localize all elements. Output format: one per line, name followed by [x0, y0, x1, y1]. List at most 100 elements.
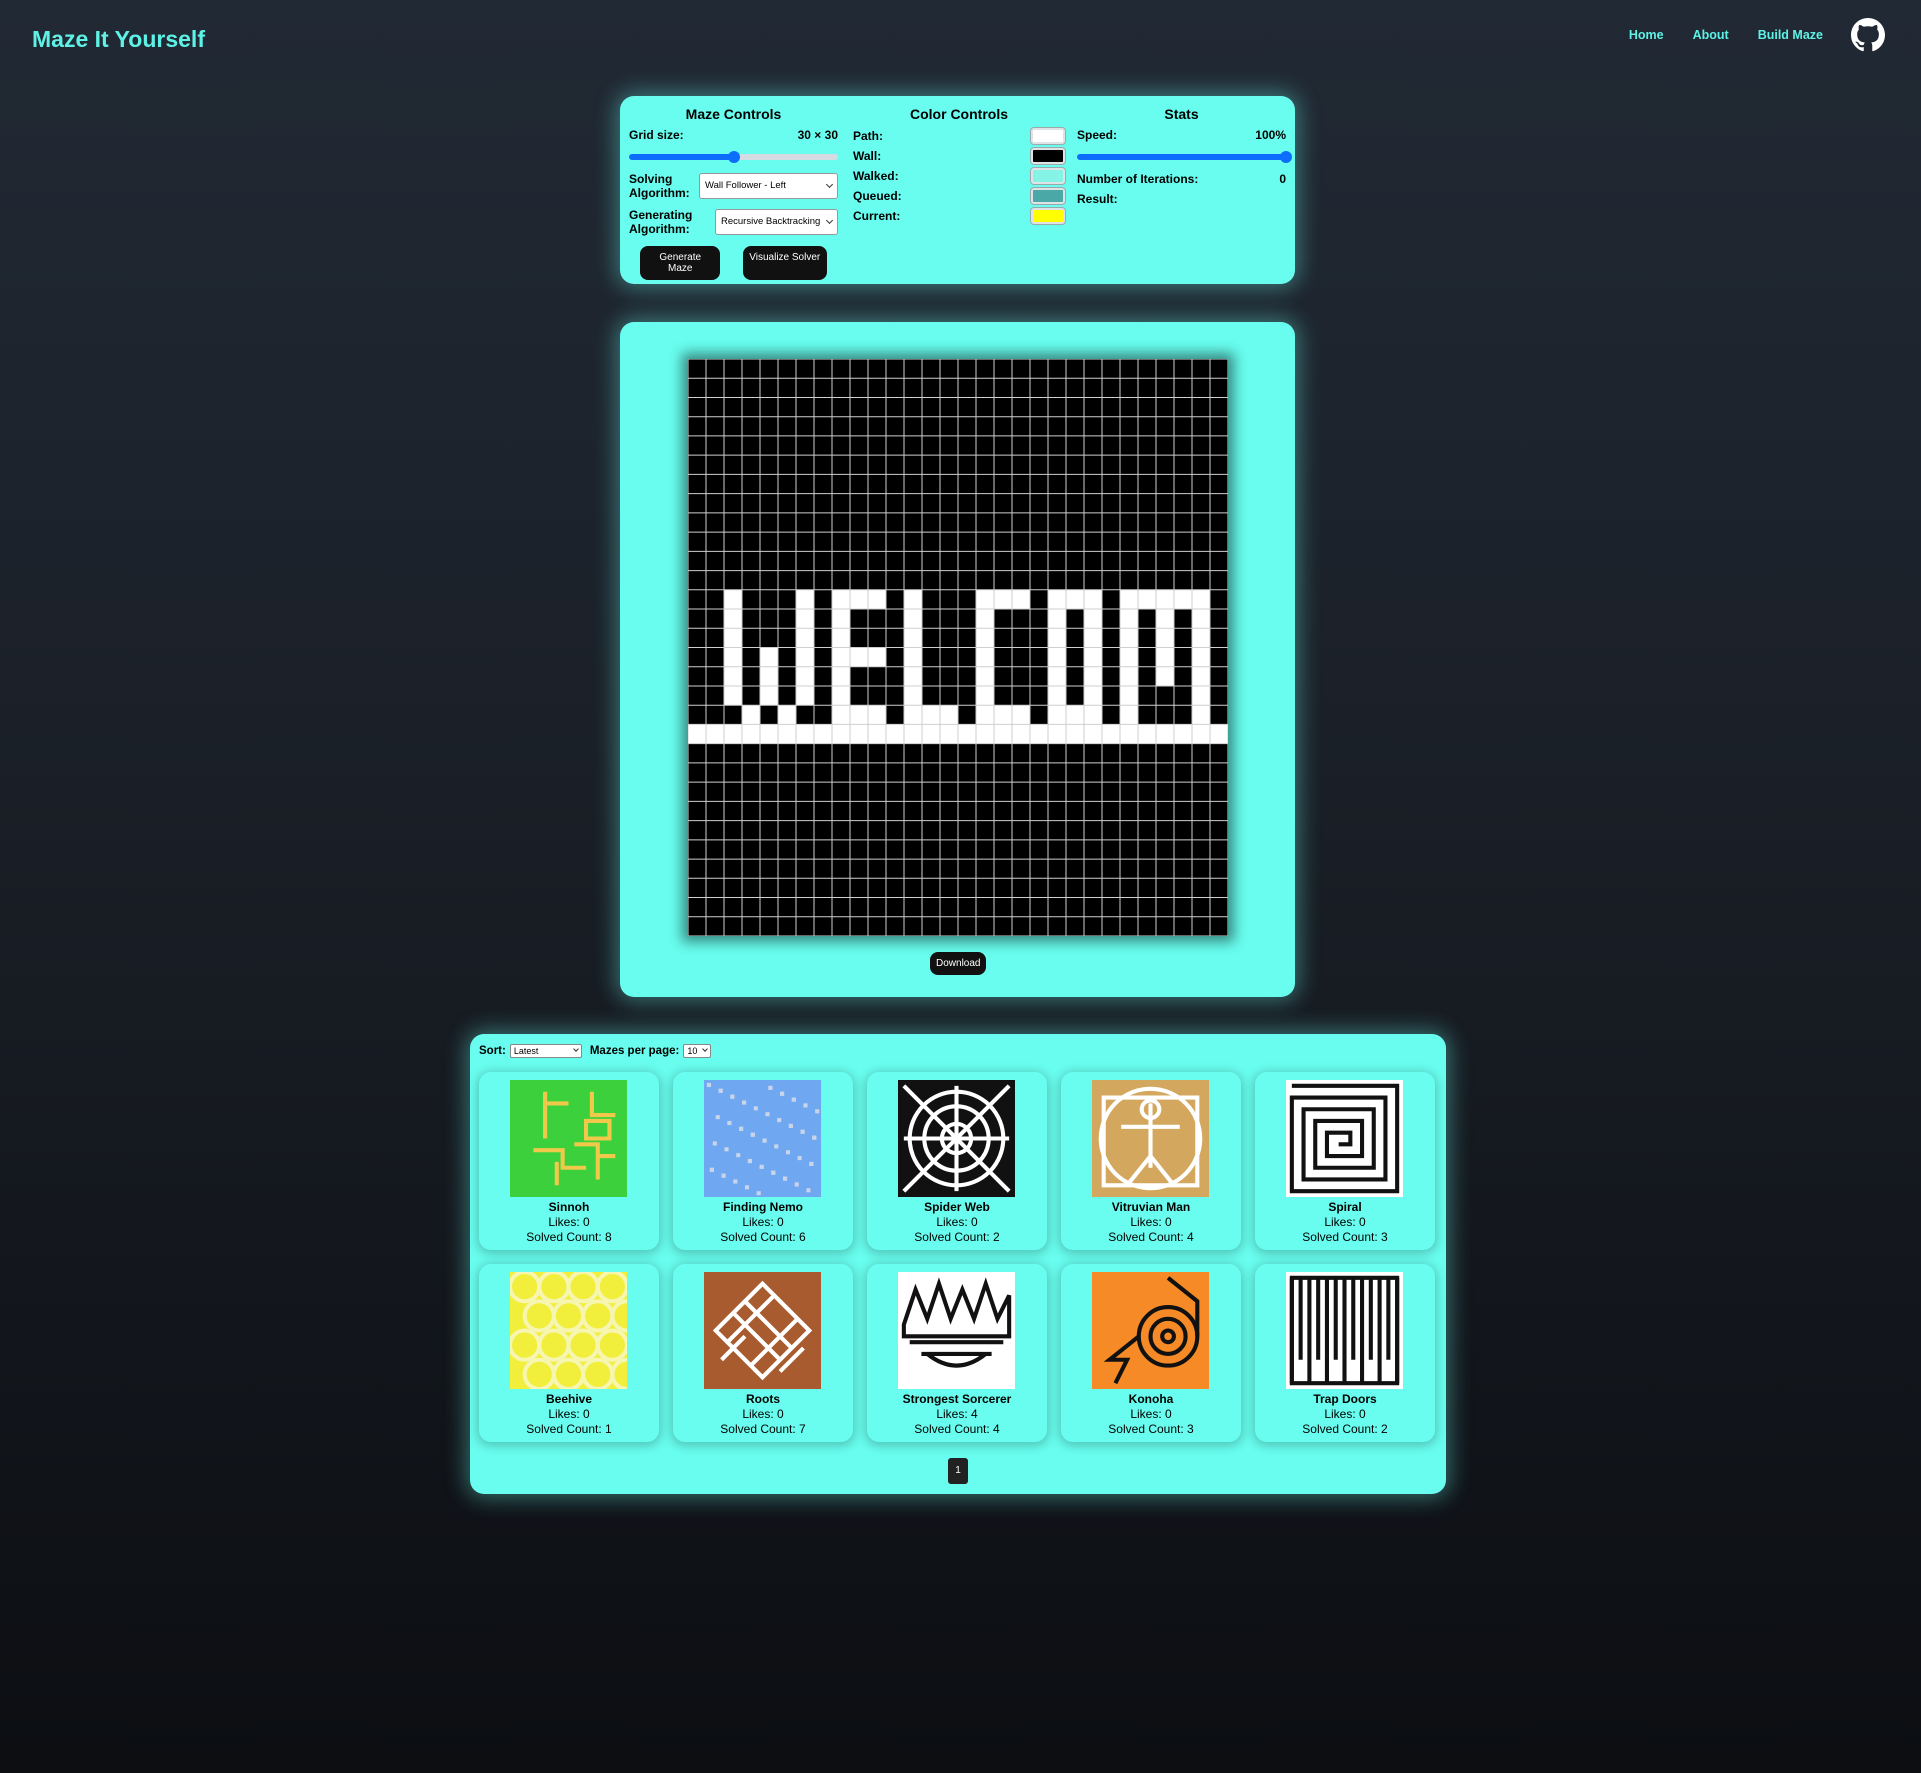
- maze-path-cell: [994, 724, 1012, 744]
- visualize-solver-button[interactable]: Visualize Solver: [742, 246, 827, 280]
- maze-card[interactable]: Sinnoh Likes: 0 Solved Count: 8: [479, 1072, 659, 1250]
- maze-card-likes: Likes: 0: [742, 1407, 784, 1421]
- maze-path-cell: [796, 724, 814, 744]
- nav-links: Home About Build Maze: [1600, 18, 1885, 52]
- maze-path-cell: [940, 724, 958, 744]
- maze-path-cell: [850, 647, 868, 667]
- maze-path-cell: [1048, 589, 1066, 610]
- maze-path-cell: [1048, 705, 1066, 725]
- maze-thumbnail-image[interactable]: [1092, 1080, 1209, 1197]
- maze-card-likes: Likes: 0: [548, 1407, 590, 1421]
- color-swatch-input[interactable]: [1031, 208, 1065, 224]
- maze-path-cell: [688, 724, 706, 744]
- maze-path-cell: [1012, 705, 1030, 725]
- maze-card[interactable]: Spiral Likes: 0 Solved Count: 3: [1255, 1072, 1435, 1250]
- per-page-select[interactable]: 10: [683, 1044, 712, 1058]
- solving-algorithm-select[interactable]: Wall Follower - Left: [699, 173, 838, 199]
- maze-card[interactable]: Spider Web Likes: 0 Solved Count: 2: [867, 1072, 1047, 1250]
- color-row: Wall:: [853, 148, 1065, 164]
- brand-title[interactable]: Maze It Yourself: [32, 26, 205, 53]
- iterations-label: Number of Iterations:: [1077, 172, 1199, 186]
- speed-slider[interactable]: [1077, 151, 1292, 163]
- maze-thumbnail-image[interactable]: [1286, 1272, 1403, 1389]
- maze-path-cell: [1030, 724, 1048, 744]
- maze-path-cell: [1084, 705, 1102, 725]
- maze-path-cell: [1192, 724, 1210, 744]
- maze-card[interactable]: Beehive Likes: 0 Solved Count: 1: [479, 1264, 659, 1442]
- nav-about-link[interactable]: About: [1693, 28, 1729, 42]
- color-label: Queued:: [853, 189, 902, 203]
- maze-thumbnail-image[interactable]: [704, 1272, 821, 1389]
- maze-path-cell: [1066, 724, 1084, 744]
- maze-thumbnail-image[interactable]: [510, 1080, 627, 1197]
- maze-card[interactable]: Konoha Likes: 0 Solved Count: 3: [1061, 1264, 1241, 1442]
- solving-algorithm-label: Solving Algorithm:: [629, 172, 690, 200]
- maze-path-cell: [904, 628, 922, 648]
- maze-path-cell: [724, 724, 742, 744]
- maze-path-cell: [1138, 589, 1156, 610]
- maze-thumbnail-image[interactable]: [510, 1272, 627, 1389]
- color-rows: Path: Wall: Walked: Queued: Current:: [853, 128, 1065, 224]
- maze-canvas[interactable]: [687, 358, 1282, 937]
- sort-select[interactable]: Latest: [509, 1044, 582, 1058]
- grid-size-slider[interactable]: [629, 151, 838, 163]
- maze-card[interactable]: Strongest Sorcerer Likes: 4 Solved Count: …: [867, 1264, 1047, 1442]
- maze-path-cell: [724, 628, 742, 648]
- maze-card[interactable]: Trap Doors Likes: 0 Solved Count: 2: [1255, 1264, 1435, 1442]
- maze-path-cell: [724, 685, 742, 706]
- grid-size-slider-handle[interactable]: [728, 151, 740, 163]
- maze-path-cell: [760, 666, 778, 686]
- maze-path-cell: [994, 705, 1012, 725]
- download-button[interactable]: Download: [930, 952, 987, 975]
- maze-thumbnail-image[interactable]: [898, 1080, 1015, 1197]
- generating-label-line1: Generating: [629, 208, 693, 222]
- nav-build-maze-link[interactable]: Build Maze: [1758, 28, 1823, 42]
- maze-card-title: Beehive: [545, 1392, 593, 1406]
- github-icon[interactable]: [1851, 18, 1885, 52]
- maze-card-likes: Likes: 0: [1130, 1215, 1172, 1229]
- per-page-label: Mazes per page:: [589, 1045, 680, 1057]
- nav-home-link[interactable]: Home: [1629, 28, 1664, 42]
- maze-path-cell: [1174, 724, 1192, 744]
- pagination-page-button[interactable]: 1: [948, 1458, 968, 1484]
- generating-label-line2: Algorithm:: [629, 222, 690, 236]
- color-row: Path:: [853, 128, 1065, 144]
- maze-card-likes: Likes: 4: [936, 1407, 978, 1421]
- maze-path-cell: [832, 685, 850, 706]
- color-swatch-input[interactable]: [1031, 168, 1065, 184]
- maze-grid[interactable]: [687, 358, 1282, 937]
- stats-title: Stats: [1164, 106, 1199, 122]
- maze-path-cell: [976, 628, 994, 648]
- maze-path-cell: [832, 724, 850, 744]
- maze-thumbnail-image[interactable]: [1092, 1272, 1209, 1389]
- maze-path-cell: [1048, 685, 1066, 706]
- maze-controls-title: Maze Controls: [685, 106, 782, 122]
- maze-thumbnail-image[interactable]: [704, 1080, 821, 1197]
- maze-path-cell: [868, 647, 886, 667]
- maze-thumbnail-image[interactable]: [898, 1272, 1015, 1389]
- maze-path-cell: [724, 647, 742, 667]
- maze-card[interactable]: Vitruvian Man Likes: 0 Solved Count: 4: [1061, 1072, 1241, 1250]
- color-swatch-input[interactable]: [1031, 188, 1065, 204]
- color-swatch-input[interactable]: [1031, 128, 1065, 144]
- maze-card[interactable]: Finding Nemo Likes: 0 Solved Count: 6: [673, 1072, 853, 1250]
- maze-path-cell: [1192, 666, 1210, 686]
- maze-thumbnail-image[interactable]: [1286, 1080, 1403, 1197]
- generating-algorithm-select[interactable]: Recursive Backtracking: [715, 209, 838, 235]
- maze-path-cell: [976, 609, 994, 629]
- grid-size-label: Grid size:: [629, 128, 684, 142]
- maze-path-cell: [1192, 705, 1210, 725]
- maze-card[interactable]: Roots Likes: 0 Solved Count: 7: [673, 1264, 853, 1442]
- maze-path-cell: [850, 589, 868, 610]
- maze-card-title: Roots: [746, 1392, 780, 1406]
- color-controls-title: Color Controls: [910, 106, 1008, 122]
- color-swatch-input[interactable]: [1031, 148, 1065, 164]
- maze-path-cell: [832, 666, 850, 686]
- maze-path-cell: [976, 589, 994, 610]
- maze-path-cell: [1048, 628, 1066, 648]
- speed-slider-handle[interactable]: [1280, 151, 1292, 163]
- maze-path-cell: [1102, 724, 1120, 744]
- maze-path-cell: [1084, 647, 1102, 667]
- iterations-value: 0: [1279, 172, 1286, 186]
- generate-maze-button[interactable]: Generate Maze: [640, 246, 721, 280]
